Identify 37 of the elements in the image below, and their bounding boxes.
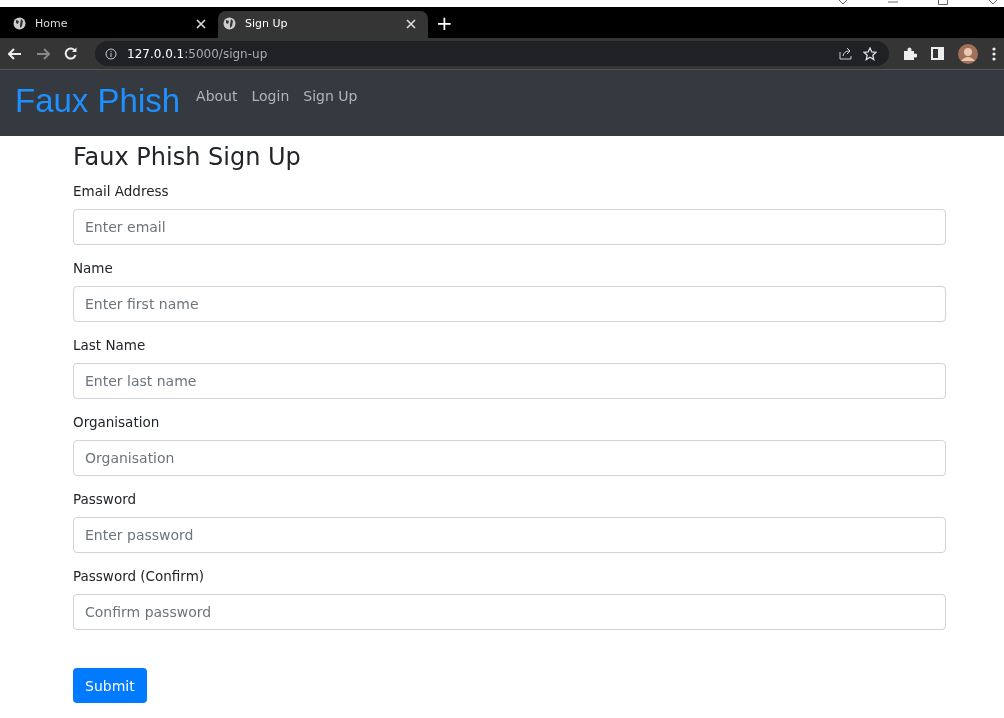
nav-link[interactable]: Sign Up: [296, 84, 365, 108]
forward-arrow-icon[interactable]: [36, 47, 50, 60]
info-icon: [105, 47, 117, 60]
star-icon[interactable]: [863, 46, 877, 61]
input-field[interactable]: Enter email: [73, 209, 946, 245]
field-label: Password (Confirm): [73, 567, 206, 585]
address-bar[interactable]: 127.0.0.1:5000/sign-up: [95, 41, 889, 66]
field-label: Organisation: [73, 413, 161, 431]
chevron-down-icon[interactable]: [838, 0, 848, 6]
maximize-icon[interactable]: [938, 0, 948, 5]
field-label: Password: [73, 490, 138, 508]
page-heading: Faux Phish Sign Up: [73, 142, 302, 172]
globe-icon: [223, 17, 236, 30]
puzzle-icon[interactable]: [903, 46, 917, 61]
input-field[interactable]: Organisation: [73, 440, 946, 476]
globe-icon: [13, 17, 26, 30]
new-tab-button[interactable]: +: [428, 11, 461, 38]
browser-tab[interactable]: Sign Up: [218, 11, 428, 38]
browser-tab[interactable]: Home: [8, 11, 218, 38]
field-label: Email Address: [73, 182, 170, 200]
avatar-icon[interactable]: [958, 43, 978, 64]
nav-link[interactable]: Login: [244, 84, 297, 108]
url-text: 127.0.0.1:5000/sign-up: [127, 46, 268, 61]
nav-link[interactable]: About: [189, 84, 245, 108]
input-field[interactable]: Confirm password: [73, 594, 946, 630]
brand-link[interactable]: Faux Phish: [15, 78, 181, 124]
field-label: Last Name: [73, 336, 147, 354]
reload-icon[interactable]: [64, 47, 77, 60]
submit-button[interactable]: Submit: [73, 668, 147, 703]
input-field[interactable]: Enter password: [73, 517, 946, 553]
side-panel-icon[interactable]: [931, 47, 944, 60]
input-field[interactable]: Enter last name: [73, 363, 946, 399]
back-arrow-icon[interactable]: [8, 47, 22, 60]
field-label: Name: [73, 259, 114, 277]
share-icon[interactable]: [839, 47, 853, 60]
more-menu-icon[interactable]: [992, 46, 996, 61]
input-field[interactable]: Enter first name: [73, 286, 946, 322]
